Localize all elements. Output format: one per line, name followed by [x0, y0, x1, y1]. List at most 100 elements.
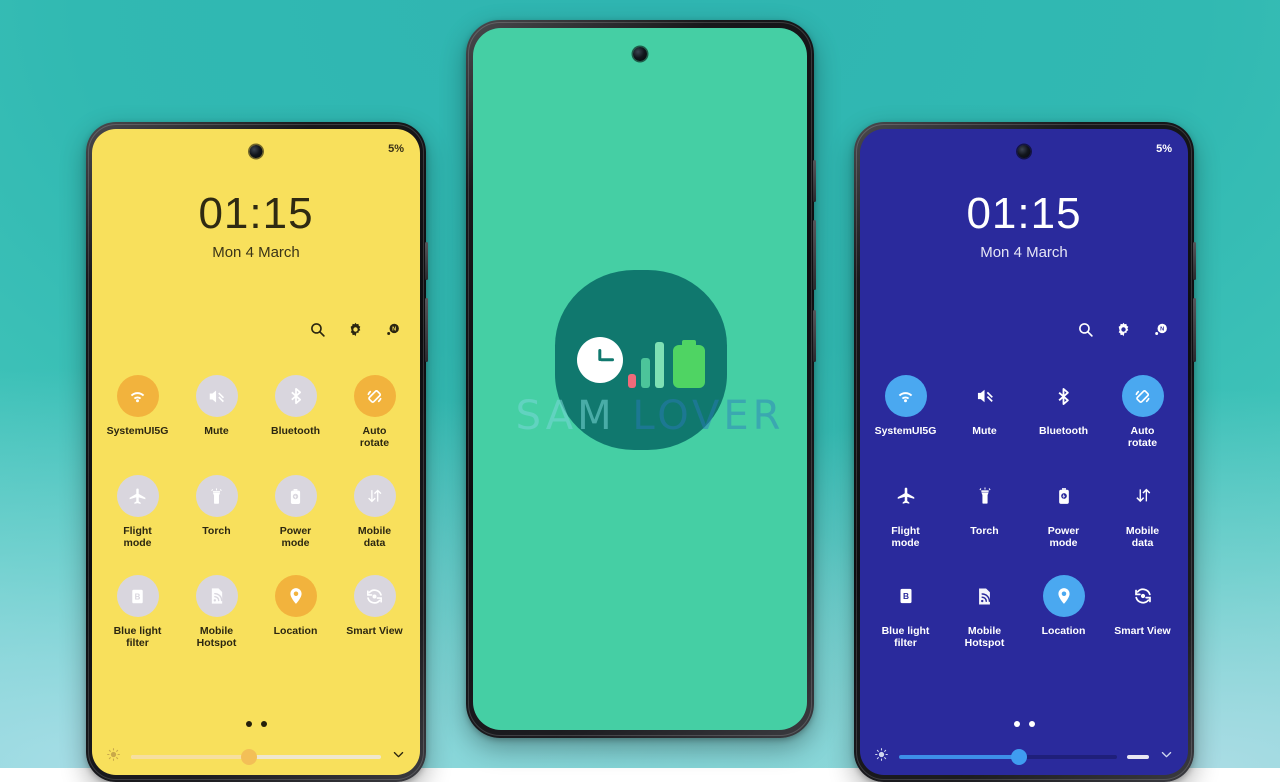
page-dot[interactable] — [1013, 721, 1020, 727]
app-icon-contents — [577, 332, 705, 388]
status-bar: 5% — [92, 143, 420, 155]
qs-tile-label: Mobile data — [357, 525, 392, 549]
qs-tile-label: Power mode — [1047, 525, 1080, 549]
clock-widget[interactable]: 01:15 Mon 4 March — [860, 190, 1188, 262]
hotspot-icon — [195, 575, 238, 617]
brightness-slider[interactable] — [131, 749, 381, 765]
hotspot-icon — [964, 575, 1006, 617]
page-indicator[interactable] — [92, 721, 420, 727]
front-camera-punch-hole — [633, 47, 647, 61]
qs-tile-location[interactable]: Location — [1024, 575, 1103, 649]
search-icon[interactable] — [309, 321, 326, 338]
phone-side-button[interactable] — [425, 242, 428, 280]
qs-tile-bluetooth[interactable]: Bluetooth — [256, 375, 335, 449]
qs-tile-torch[interactable]: Torch — [177, 475, 256, 549]
phone-device-right: 5% 01:15 Mon 4 March N SystemUI5G Mute B… — [854, 122, 1196, 782]
gear-icon[interactable] — [347, 321, 364, 338]
chevron-down-icon[interactable] — [391, 747, 406, 767]
status-bar: 5% — [860, 143, 1188, 155]
qs-tile-flight-mode[interactable]: Flight mode — [98, 475, 177, 549]
qs-tile-flight-mode[interactable]: Flight mode — [866, 475, 945, 549]
brightness-icon[interactable] — [106, 747, 121, 767]
svg-text:N: N — [1160, 327, 1164, 333]
phone-side-button[interactable] — [813, 220, 816, 290]
wifi-icon — [116, 375, 159, 417]
qs-tile-blue-light-filter[interactable]: B Blue light filter — [866, 575, 945, 649]
qs-tile-label: Flight mode — [123, 525, 152, 549]
qs-tile-label: SystemUI5G — [106, 425, 169, 437]
phone-side-button[interactable] — [813, 310, 816, 362]
qs-tile-smart-view[interactable]: Smart View — [1103, 575, 1182, 649]
header-icon-row: N — [1077, 321, 1170, 338]
page-dot[interactable] — [1028, 721, 1035, 727]
blue-light-filter-icon: B — [116, 575, 159, 617]
torch-icon — [964, 475, 1006, 517]
brightness-slider-thumb[interactable] — [1010, 749, 1027, 765]
brightness-slider-thumb[interactable] — [240, 749, 257, 765]
chevron-down-icon[interactable] — [1159, 747, 1174, 767]
header-icon-row: N — [309, 321, 402, 338]
page-indicator[interactable] — [860, 721, 1188, 727]
gear-icon[interactable] — [1115, 321, 1132, 338]
phone-side-button[interactable] — [1193, 298, 1196, 362]
qs-tile-label: Mobile Hotspot — [964, 625, 1005, 649]
power-mode-icon — [274, 475, 317, 517]
auto-brightness-dash-icon[interactable] — [1127, 755, 1149, 759]
qs-tile-label: Mobile Hotspot — [196, 625, 237, 649]
phone-side-button[interactable] — [813, 160, 816, 202]
auto-rotate-icon — [1121, 375, 1164, 417]
qs-tile-auto-rotate[interactable]: Auto rotate — [335, 375, 414, 449]
battery-percentage-label: 5% — [388, 143, 404, 155]
brightness-slider-fill — [131, 755, 249, 759]
brightness-icon[interactable] — [874, 747, 889, 767]
phone-screen-right: 5% 01:15 Mon 4 March N SystemUI5G Mute B… — [860, 129, 1188, 775]
page-dot[interactable] — [245, 721, 252, 727]
auto-rotate-icon — [353, 375, 396, 417]
svg-text:N: N — [392, 327, 396, 333]
qs-tile-label: Location — [1041, 625, 1086, 637]
qs-tile-power-mode[interactable]: Power mode — [256, 475, 335, 549]
search-icon[interactable] — [1077, 321, 1094, 338]
battery-percentage-label: 5% — [1156, 143, 1172, 155]
power-user-icon[interactable]: N — [385, 321, 402, 338]
phone-side-button[interactable] — [1193, 242, 1196, 280]
qs-tile-mute[interactable]: Mute — [945, 375, 1024, 449]
svg-text:B: B — [902, 591, 908, 601]
clock-widget[interactable]: 01:15 Mon 4 March — [92, 190, 420, 262]
location-icon — [274, 575, 317, 617]
location-icon — [1042, 575, 1085, 617]
qs-tile-torch[interactable]: Torch — [945, 475, 1024, 549]
brightness-slider[interactable] — [899, 749, 1117, 765]
blue-light-filter-icon: B — [885, 575, 927, 617]
power-user-icon[interactable]: N — [1153, 321, 1170, 338]
qs-tile-systemui5g[interactable]: SystemUI5G — [866, 375, 945, 449]
quick-settings-grid: SystemUI5G Mute Bluetooth Auto rotate Fl… — [860, 375, 1188, 649]
qs-tile-bluetooth[interactable]: Bluetooth — [1024, 375, 1103, 449]
qs-tile-blue-light-filter[interactable]: B Blue light filter — [98, 575, 177, 649]
qs-tile-location[interactable]: Location — [256, 575, 335, 649]
phone-device-left: 5% 01:15 Mon 4 March N SystemUI5G Mute B… — [86, 122, 428, 782]
qs-tile-mobile-hotspot[interactable]: Mobile Hotspot — [945, 575, 1024, 649]
mute-icon — [964, 375, 1006, 417]
qs-tile-power-mode[interactable]: Power mode — [1024, 475, 1103, 549]
smart-view-icon — [1122, 575, 1164, 617]
qs-tile-smart-view[interactable]: Smart View — [335, 575, 414, 649]
qs-tile-label: Blue light filter — [881, 625, 930, 649]
page-dot[interactable] — [260, 721, 267, 727]
qs-tile-label: Auto rotate — [359, 425, 390, 449]
clock-date: Mon 4 March — [212, 244, 300, 262]
qs-tile-systemui5g[interactable]: SystemUI5G — [98, 375, 177, 449]
airplane-icon — [885, 475, 927, 517]
clock-glyph-icon — [577, 337, 623, 383]
qs-tile-label: Mute — [972, 425, 997, 437]
qs-tile-auto-rotate[interactable]: Auto rotate — [1103, 375, 1182, 449]
qs-tile-mobile-hotspot[interactable]: Mobile Hotspot — [177, 575, 256, 649]
qs-tile-mobile-data[interactable]: Mobile data — [1103, 475, 1182, 549]
phone-side-button[interactable] — [425, 298, 428, 362]
qs-tile-mobile-data[interactable]: Mobile data — [335, 475, 414, 549]
brightness-control-row — [106, 747, 406, 767]
battery-glyph-icon — [673, 345, 705, 388]
mobile-data-icon — [1122, 475, 1164, 517]
clock-date: Mon 4 March — [980, 244, 1068, 262]
qs-tile-mute[interactable]: Mute — [177, 375, 256, 449]
